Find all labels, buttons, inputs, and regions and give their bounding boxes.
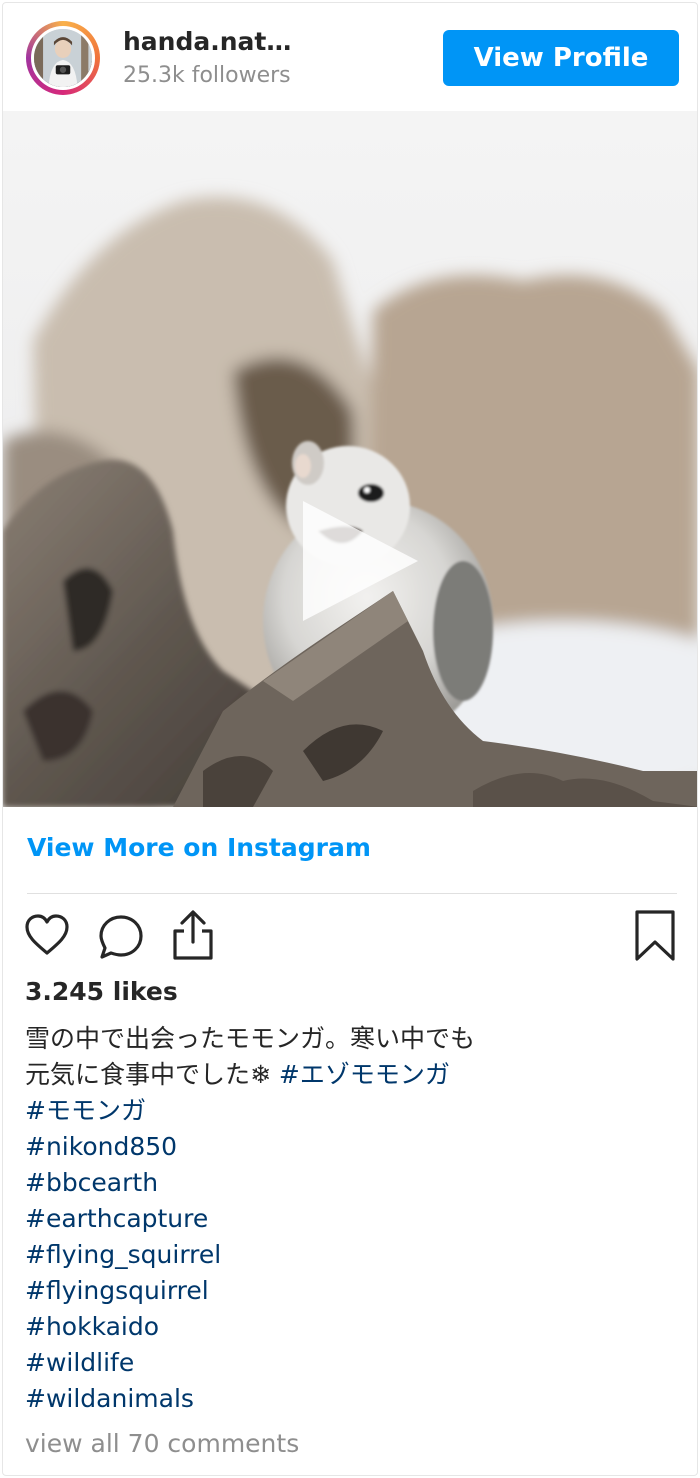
hashtag-link[interactable]: #bbcearth [25, 1165, 675, 1201]
view-all-comments-link[interactable]: view all 70 comments [25, 1429, 299, 1458]
caption-line: 元気に食事中でした❄ #エゾモモンガ [25, 1057, 675, 1093]
follower-count: 25.3k followers [123, 63, 291, 88]
hashtag-link[interactable]: #モモンガ [25, 1093, 675, 1129]
avatar[interactable] [31, 26, 95, 90]
view-profile-button[interactable]: View Profile [443, 30, 679, 86]
hashtag-link[interactable]: #エゾモモンガ [279, 1060, 450, 1089]
hashtag-link[interactable]: #flyingsquirrel [25, 1273, 675, 1309]
username[interactable]: handa.nat… [123, 27, 291, 56]
post-media[interactable] [3, 111, 697, 807]
hashtag-link[interactable]: #wildlife [25, 1345, 675, 1381]
post-header: handa.nat… 25.3k followers View Profile [3, 3, 697, 107]
hashtag-link[interactable]: #hokkaido [25, 1309, 675, 1345]
avatar-ring[interactable] [26, 21, 100, 95]
caption-line: 雪の中で出会ったモモンガ。寒い中でも [25, 1024, 476, 1053]
view-more-on-instagram-link[interactable]: View More on Instagram [27, 833, 371, 862]
hashtag-link[interactable]: #flying_squirrel [25, 1237, 675, 1273]
comment-icon[interactable] [97, 913, 145, 961]
post-caption: 雪の中で出会ったモモンガ。寒い中でも 元気に食事中でした❄ #エゾモモンガ #モ… [25, 1021, 675, 1417]
hashtag-link[interactable]: #earthcapture [25, 1201, 675, 1237]
instagram-embed-card: handa.nat… 25.3k followers View Profile [2, 2, 698, 1476]
bookmark-icon[interactable] [633, 909, 677, 963]
likes-count: 3.245 likes [25, 977, 178, 1006]
hashtag-link[interactable]: #nikond850 [25, 1129, 675, 1165]
hashtag-link[interactable]: #wildanimals [25, 1381, 675, 1417]
share-icon[interactable] [169, 909, 217, 961]
play-icon[interactable] [293, 496, 423, 626]
squirrel-photo [3, 111, 697, 807]
heart-icon[interactable] [23, 911, 71, 959]
caption-text: 元気に食事中でした❄ [25, 1060, 279, 1089]
divider [27, 893, 677, 894]
